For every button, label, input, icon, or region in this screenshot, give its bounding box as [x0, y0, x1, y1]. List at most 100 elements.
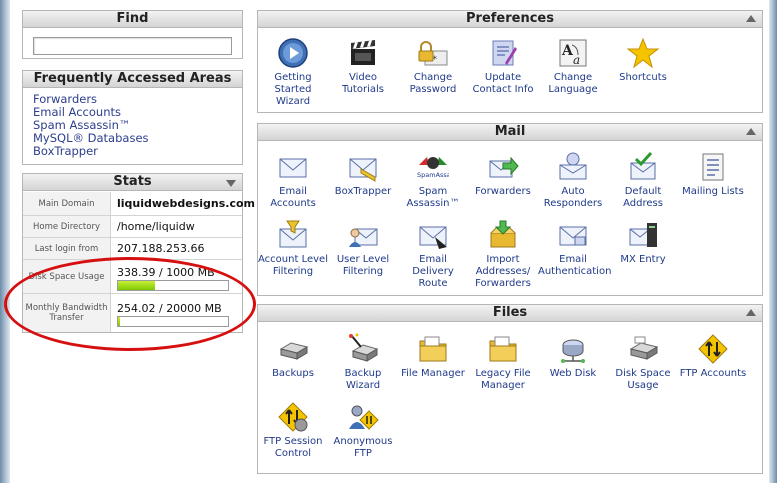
mail-account-level-filtering[interactable]: Account Level Filtering — [258, 219, 328, 278]
mail-default-address[interactable]: Default Address — [608, 151, 678, 210]
item-label: File Manager — [401, 368, 465, 379]
files-anonymous-ftp[interactable]: Anonymous FTP — [328, 401, 398, 460]
files-legacy-file-manager[interactable]: Legacy File Manager — [468, 333, 538, 392]
window-left-edge — [0, 0, 10, 483]
item-label: Email Delivery Route — [412, 254, 454, 289]
item-label: Web Disk — [549, 368, 597, 379]
delivery-route-icon — [419, 226, 447, 249]
autoresponder-icon — [559, 152, 587, 180]
annotation-circle — [4, 257, 256, 351]
spamassassin-badge: SpamAssassin — [417, 171, 449, 179]
files-title-text: Files — [492, 305, 528, 320]
pref-update-contact-info[interactable]: Update Contact Info — [468, 37, 538, 96]
faa-link-boxtrapper[interactable]: BoxTrapper — [33, 145, 242, 158]
mail-mx-entry[interactable]: MX Entry — [608, 219, 678, 266]
star-icon — [627, 37, 659, 69]
boxtrapper-icon — [349, 158, 377, 182]
pref-getting-started-wizard[interactable]: Getting Started Wizard — [258, 37, 328, 108]
authentication-icon — [559, 226, 587, 246]
mail-boxtrapper[interactable]: BoxTrapper — [328, 151, 398, 198]
language-icon: A a — [559, 39, 587, 67]
item-label: User Level Filtering — [336, 254, 390, 277]
mail-import-addresses[interactable]: Import Addresses/ Forwarders — [468, 219, 538, 290]
item-label: Email Authentication — [538, 254, 612, 277]
item-label: Shortcuts — [619, 72, 667, 83]
ftp-session-icon — [278, 402, 308, 432]
mail-email-authentication[interactable]: Email Authentication — [538, 219, 612, 278]
item-label: Default Address — [623, 186, 663, 209]
files-ftp-accounts[interactable]: FTP Accounts — [678, 333, 748, 380]
wizard-icon — [278, 38, 308, 68]
files-backup-wizard[interactable]: Backup Wizard — [328, 333, 398, 392]
envelope-icon — [279, 158, 307, 178]
stat-label: Home Directory — [23, 216, 111, 237]
item-label: Video Tutorials — [342, 72, 384, 95]
mail-forwarders[interactable]: Forwarders — [468, 151, 538, 198]
item-label: Forwarders — [475, 186, 531, 197]
preferences-title: Preferences — [258, 11, 762, 28]
folder-icon — [419, 336, 447, 362]
mail-panel: Mail Email Accounts BoxTrapper SpamAssa s… — [257, 123, 763, 296]
pref-change-language[interactable]: A a Change Language — [538, 37, 608, 96]
contact-icon — [492, 40, 517, 66]
find-box: Find — [22, 10, 243, 59]
collapse-arrow-icon[interactable] — [746, 128, 756, 135]
item-label: FTP Accounts — [679, 368, 747, 379]
collapse-arrow-icon[interactable] — [746, 15, 756, 22]
stat-row-main-domain: Main Domain liquidwebdesigns.com — [23, 192, 255, 216]
svg-text:a: a — [573, 53, 580, 67]
item-label: Account Level Filtering — [258, 254, 328, 277]
mx-icon — [629, 223, 657, 247]
stat-row-home-directory: Home Directory /home/liquidw — [23, 216, 242, 238]
stat-label: Main Domain — [23, 192, 111, 215]
files-title: Files — [258, 305, 762, 322]
files-disk-space-usage[interactable]: Disk Space Usage — [608, 333, 678, 392]
item-label: Email Accounts — [270, 186, 316, 209]
collapse-arrow-icon[interactable] — [746, 309, 756, 316]
files-web-disk[interactable]: Web Disk — [538, 333, 608, 380]
files-backups[interactable]: Backups — [258, 333, 328, 380]
disk-usage-icon — [629, 336, 659, 360]
mail-spam-assassin[interactable]: SpamAssassin Spam Assassin™ — [398, 151, 468, 210]
spamassassin-icon: SpamAssassin — [417, 157, 449, 179]
item-label: BoxTrapper — [334, 186, 392, 197]
mail-title-text: Mail — [494, 124, 526, 139]
item-label: Spam Assassin™ — [406, 186, 460, 209]
stat-value: /home/liquidw — [117, 220, 195, 233]
user-filter-icon — [349, 228, 378, 247]
item-label: Legacy File Manager — [475, 368, 531, 391]
mailing-list-icon — [702, 153, 724, 181]
web-disk-icon — [561, 339, 585, 363]
backup-drive-icon — [279, 342, 309, 360]
files-file-manager[interactable]: File Manager — [398, 333, 468, 380]
find-search-input[interactable] — [33, 37, 232, 55]
default-address-icon — [630, 151, 656, 180]
mail-email-accounts[interactable]: Email Accounts — [258, 151, 328, 210]
item-label: Auto Responders — [543, 186, 603, 209]
files-panel: Files Backups Backup Wizard File Manager — [257, 304, 763, 474]
mail-auto-responders[interactable]: Auto Responders — [538, 151, 608, 210]
item-label: Change Password — [409, 72, 457, 95]
filter-icon — [279, 220, 307, 248]
mail-email-delivery-route[interactable]: Email Delivery Route — [398, 219, 468, 290]
stats-title: Stats — [23, 174, 242, 191]
pref-change-password[interactable]: ** Change Password — [398, 37, 468, 96]
stat-value: 207.188.253.66 — [117, 242, 205, 255]
item-label: Change Language — [548, 72, 598, 95]
item-label: Disk Space Usage — [615, 368, 671, 391]
collapse-arrow-icon[interactable] — [226, 180, 236, 187]
mail-user-level-filtering[interactable]: User Level Filtering — [328, 219, 398, 278]
item-label: Mailing Lists — [682, 186, 744, 197]
stat-label: Last login from — [23, 238, 111, 259]
pref-video-tutorials[interactable]: Video Tutorials — [328, 37, 398, 96]
mail-title: Mail — [258, 124, 762, 141]
import-icon — [490, 220, 516, 248]
item-label: MX Entry — [620, 254, 666, 265]
item-label: Update Contact Info — [472, 72, 534, 95]
forward-icon — [489, 156, 519, 178]
files-ftp-session-control[interactable]: FTP Session Control — [258, 401, 328, 460]
pref-shortcuts[interactable]: Shortcuts — [608, 37, 678, 84]
item-label: Anonymous FTP — [333, 436, 393, 459]
mail-mailing-lists[interactable]: Mailing Lists — [678, 151, 748, 198]
password-icon: ** — [418, 41, 448, 66]
